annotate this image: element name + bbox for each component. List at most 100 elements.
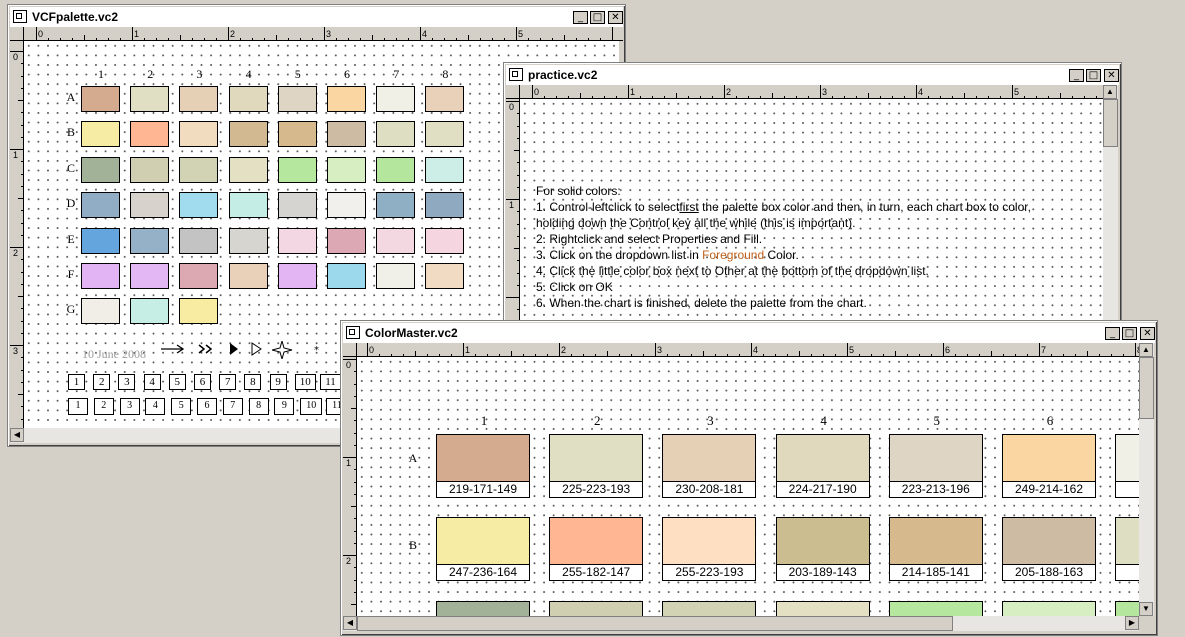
- palette-swatch[interactable]: [327, 156, 366, 183]
- vertical-scrollbar[interactable]: ▲ ▼: [1139, 343, 1154, 616]
- color-box[interactable]: 247-236-164: [436, 517, 530, 581]
- scroll-thumb[interactable]: [1103, 99, 1118, 147]
- number-box[interactable]: 10: [300, 398, 323, 415]
- color-box[interactable]: 214-185-141: [888, 517, 983, 581]
- palette-swatch[interactable]: [228, 227, 268, 254]
- number-box[interactable]: 1: [68, 374, 85, 390]
- minimize-button[interactable]: _: [1105, 327, 1120, 340]
- color-box[interactable]: 22: [1115, 517, 1139, 581]
- color-box[interactable]: 224-217-190: [775, 434, 870, 498]
- close-button[interactable]: ✕: [1104, 69, 1119, 82]
- scroll-left-icon[interactable]: ◀: [10, 428, 24, 442]
- palette-swatch[interactable]: [277, 121, 317, 148]
- number-box[interactable]: 9: [269, 374, 287, 390]
- practice-titlebar[interactable]: practice.vc2 _ □ ✕: [506, 65, 1119, 85]
- colormaster-window[interactable]: ColorMaster.vc2 _ □ ✕ 012345678 012 1234…: [340, 320, 1158, 636]
- color-box[interactable]: 203-189-143: [775, 517, 870, 581]
- color-box[interactable]: 255-223-193: [662, 517, 757, 581]
- vcfpalette-titlebar[interactable]: VCFpalette.vc2 _ □ ✕: [10, 7, 623, 27]
- practice-window[interactable]: practice.vc2 _ □ ✕ 012345 01 For solid c…: [503, 62, 1122, 342]
- colormaster-titlebar[interactable]: ColorMaster.vc2 _ □ ✕: [343, 323, 1155, 343]
- palette-swatch[interactable]: [179, 86, 219, 112]
- number-box[interactable]: 2: [93, 374, 111, 390]
- scroll-thumb[interactable]: [1139, 357, 1154, 419]
- color-box[interactable]: 249-214-162: [1002, 434, 1096, 498]
- palette-swatch[interactable]: [130, 86, 170, 112]
- palette-swatch[interactable]: [376, 86, 416, 112]
- number-box[interactable]: 5: [171, 398, 192, 415]
- palette-swatch[interactable]: [130, 227, 170, 254]
- scroll-left-icon[interactable]: ◀: [343, 616, 357, 630]
- scroll-up-icon[interactable]: ▲: [1103, 85, 1117, 99]
- palette-swatch[interactable]: [228, 263, 268, 289]
- palette-swatch[interactable]: [277, 86, 317, 112]
- triangle-filled-icon[interactable]: [226, 341, 250, 359]
- palette-swatch[interactable]: [130, 192, 170, 219]
- color-box[interactable]: [775, 601, 870, 616]
- palette-swatch[interactable]: [130, 263, 170, 289]
- number-box[interactable]: 4: [145, 398, 166, 415]
- small-star-icon[interactable]: *: [314, 341, 338, 359]
- palette-swatch[interactable]: [425, 227, 465, 254]
- palette-swatch[interactable]: [81, 298, 120, 325]
- palette-swatch[interactable]: [81, 156, 120, 183]
- palette-swatch[interactable]: [425, 263, 465, 289]
- color-box[interactable]: 219-171-149: [436, 434, 530, 498]
- color-box[interactable]: 230-208-181: [662, 434, 757, 498]
- close-button[interactable]: ✕: [608, 11, 623, 24]
- palette-swatch[interactable]: [327, 86, 366, 112]
- color-box[interactable]: [888, 601, 983, 616]
- drawing-canvas[interactable]: 1 2 3 4 5 6 A B 219-171-149 225-223-193 230-208-18…: [357, 357, 1139, 616]
- number-box[interactable]: 6: [194, 374, 211, 390]
- vertical-scrollbar[interactable]: ▲: [1103, 85, 1118, 339]
- maximize-button[interactable]: □: [590, 11, 605, 24]
- number-box[interactable]: 2: [93, 398, 114, 415]
- palette-swatch[interactable]: [179, 298, 219, 325]
- number-box[interactable]: 8: [248, 398, 269, 415]
- color-box[interactable]: [1115, 601, 1139, 616]
- palette-swatch[interactable]: [179, 192, 219, 219]
- palette-swatch[interactable]: [376, 263, 416, 289]
- palette-swatch[interactable]: [277, 156, 317, 183]
- horizontal-scrollbar[interactable]: ◀ ▶: [343, 616, 1139, 631]
- arrow-right-icon[interactable]: [160, 341, 184, 359]
- scroll-thumb[interactable]: [357, 616, 953, 631]
- drawing-canvas[interactable]: For solid colors: 1. Control-leftclick t…: [520, 99, 1103, 339]
- scroll-down-icon[interactable]: ▼: [1139, 602, 1153, 616]
- palette-swatch[interactable]: [81, 227, 120, 254]
- number-box[interactable]: 1: [68, 398, 88, 415]
- color-box[interactable]: [1002, 601, 1096, 616]
- scroll-right-icon[interactable]: ▶: [1125, 616, 1139, 630]
- palette-swatch[interactable]: [327, 192, 366, 219]
- number-box[interactable]: 10: [294, 374, 316, 390]
- color-box[interactable]: 205-188-163: [1002, 517, 1096, 581]
- double-chevron-icon[interactable]: [197, 341, 221, 359]
- palette-swatch[interactable]: [81, 121, 120, 148]
- palette-swatch[interactable]: [130, 298, 170, 325]
- close-button[interactable]: ✕: [1140, 327, 1155, 340]
- color-box[interactable]: [436, 601, 530, 616]
- palette-swatch[interactable]: [376, 156, 416, 183]
- palette-swatch[interactable]: [81, 192, 120, 219]
- palette-swatch[interactable]: [327, 121, 366, 148]
- palette-swatch[interactable]: [425, 192, 465, 219]
- palette-swatch[interactable]: [277, 263, 317, 289]
- number-box[interactable]: 8: [244, 374, 262, 390]
- maximize-button[interactable]: □: [1122, 327, 1137, 340]
- triangle-outline-icon[interactable]: [248, 341, 272, 359]
- color-box[interactable]: 225-223-193: [549, 434, 644, 498]
- star-outline-icon[interactable]: [272, 341, 296, 359]
- maximize-button[interactable]: □: [1086, 69, 1101, 82]
- number-box[interactable]: 7: [219, 374, 237, 390]
- palette-swatch[interactable]: [228, 156, 268, 183]
- color-box[interactable]: 25: [1115, 434, 1139, 498]
- palette-swatch[interactable]: [327, 227, 366, 254]
- color-box[interactable]: [662, 601, 757, 616]
- palette-swatch[interactable]: [130, 156, 170, 183]
- palette-swatch[interactable]: [277, 192, 317, 219]
- palette-swatch[interactable]: [81, 263, 120, 289]
- number-box[interactable]: 9: [274, 398, 295, 415]
- palette-swatch[interactable]: [425, 86, 465, 112]
- palette-swatch[interactable]: [81, 86, 120, 112]
- number-box[interactable]: 11: [320, 374, 341, 390]
